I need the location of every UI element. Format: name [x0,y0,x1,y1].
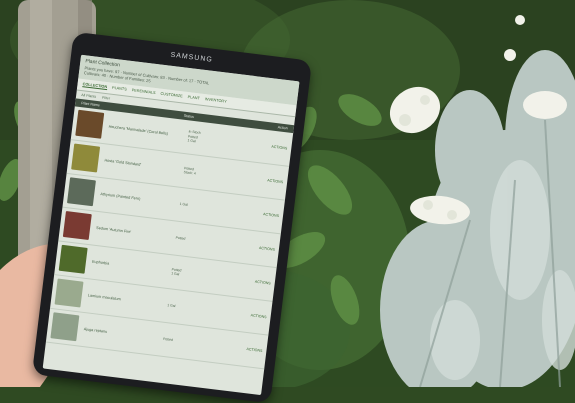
actions-button[interactable]: ACTIONS [267,178,283,184]
actions-button[interactable]: ACTIONS [255,280,271,286]
plant-name[interactable]: Lamium maculatum [88,293,168,307]
plant-status: 1 Gal [167,302,176,308]
plant-thumbnail [66,177,96,207]
actions-button[interactable]: ACTIONS [250,313,266,319]
plant-name[interactable]: Ajuga reptans [84,327,164,341]
plant-status: Potted Stock: 4 [183,165,197,176]
column-action: Action [277,124,289,130]
plant-name[interactable]: Athyrium (Painted Fern) [100,192,180,206]
plant-name[interactable]: Hosta 'Gold Standard' [104,158,184,172]
plant-status: In Stock Potted 1 Gal [187,129,201,144]
column-plant-name: Plant Name [81,100,101,107]
plant-thumbnail [58,244,88,274]
plant-thumbnail [62,211,92,241]
tab-plant[interactable]: Plant [187,95,200,101]
plant-name[interactable]: Sedum 'Autumn Fire' [96,226,176,240]
actions-button[interactable]: ACTIONS [259,246,275,252]
tab-plants[interactable]: Plants [112,85,127,92]
actions-button[interactable]: ACTIONS [263,212,279,218]
actions-button[interactable]: ACTIONS [246,347,262,353]
filter-button[interactable]: Filter [102,95,110,100]
column-status: Status [183,113,195,119]
tab-customize[interactable]: Customize [160,91,183,99]
plant-status: 1 Gal [179,201,189,207]
actions-button[interactable]: ACTIONS [271,145,287,151]
plant-status: Potted [162,336,174,342]
plant-name[interactable]: Heuchera 'Marmalade' (Coral Bells) [108,125,188,139]
tab-collection[interactable]: Collection [82,81,108,90]
plant-thumbnail [50,312,80,342]
plant-name[interactable]: Euphorbia [92,260,172,274]
tab-inventory[interactable]: Inventory [204,97,227,105]
plant-list: Heuchera 'Marmalade' (Coral Bells) In St… [45,105,294,369]
plant-status: Potted [175,235,186,241]
plant-thumbnail [54,278,84,308]
filter-all-plants[interactable]: All Plants [81,93,96,99]
plant-thumbnail [75,109,105,139]
plant-thumbnail [71,143,101,173]
plant-status: Potted 1 Gal [170,266,182,277]
tab-perennials[interactable]: Perennials [131,88,156,96]
tablet-device: SAMSUNG Plant Collection Plants you have… [31,31,313,403]
tablet-screen: Plant Collection Plants you have: 97 · N… [42,54,300,396]
